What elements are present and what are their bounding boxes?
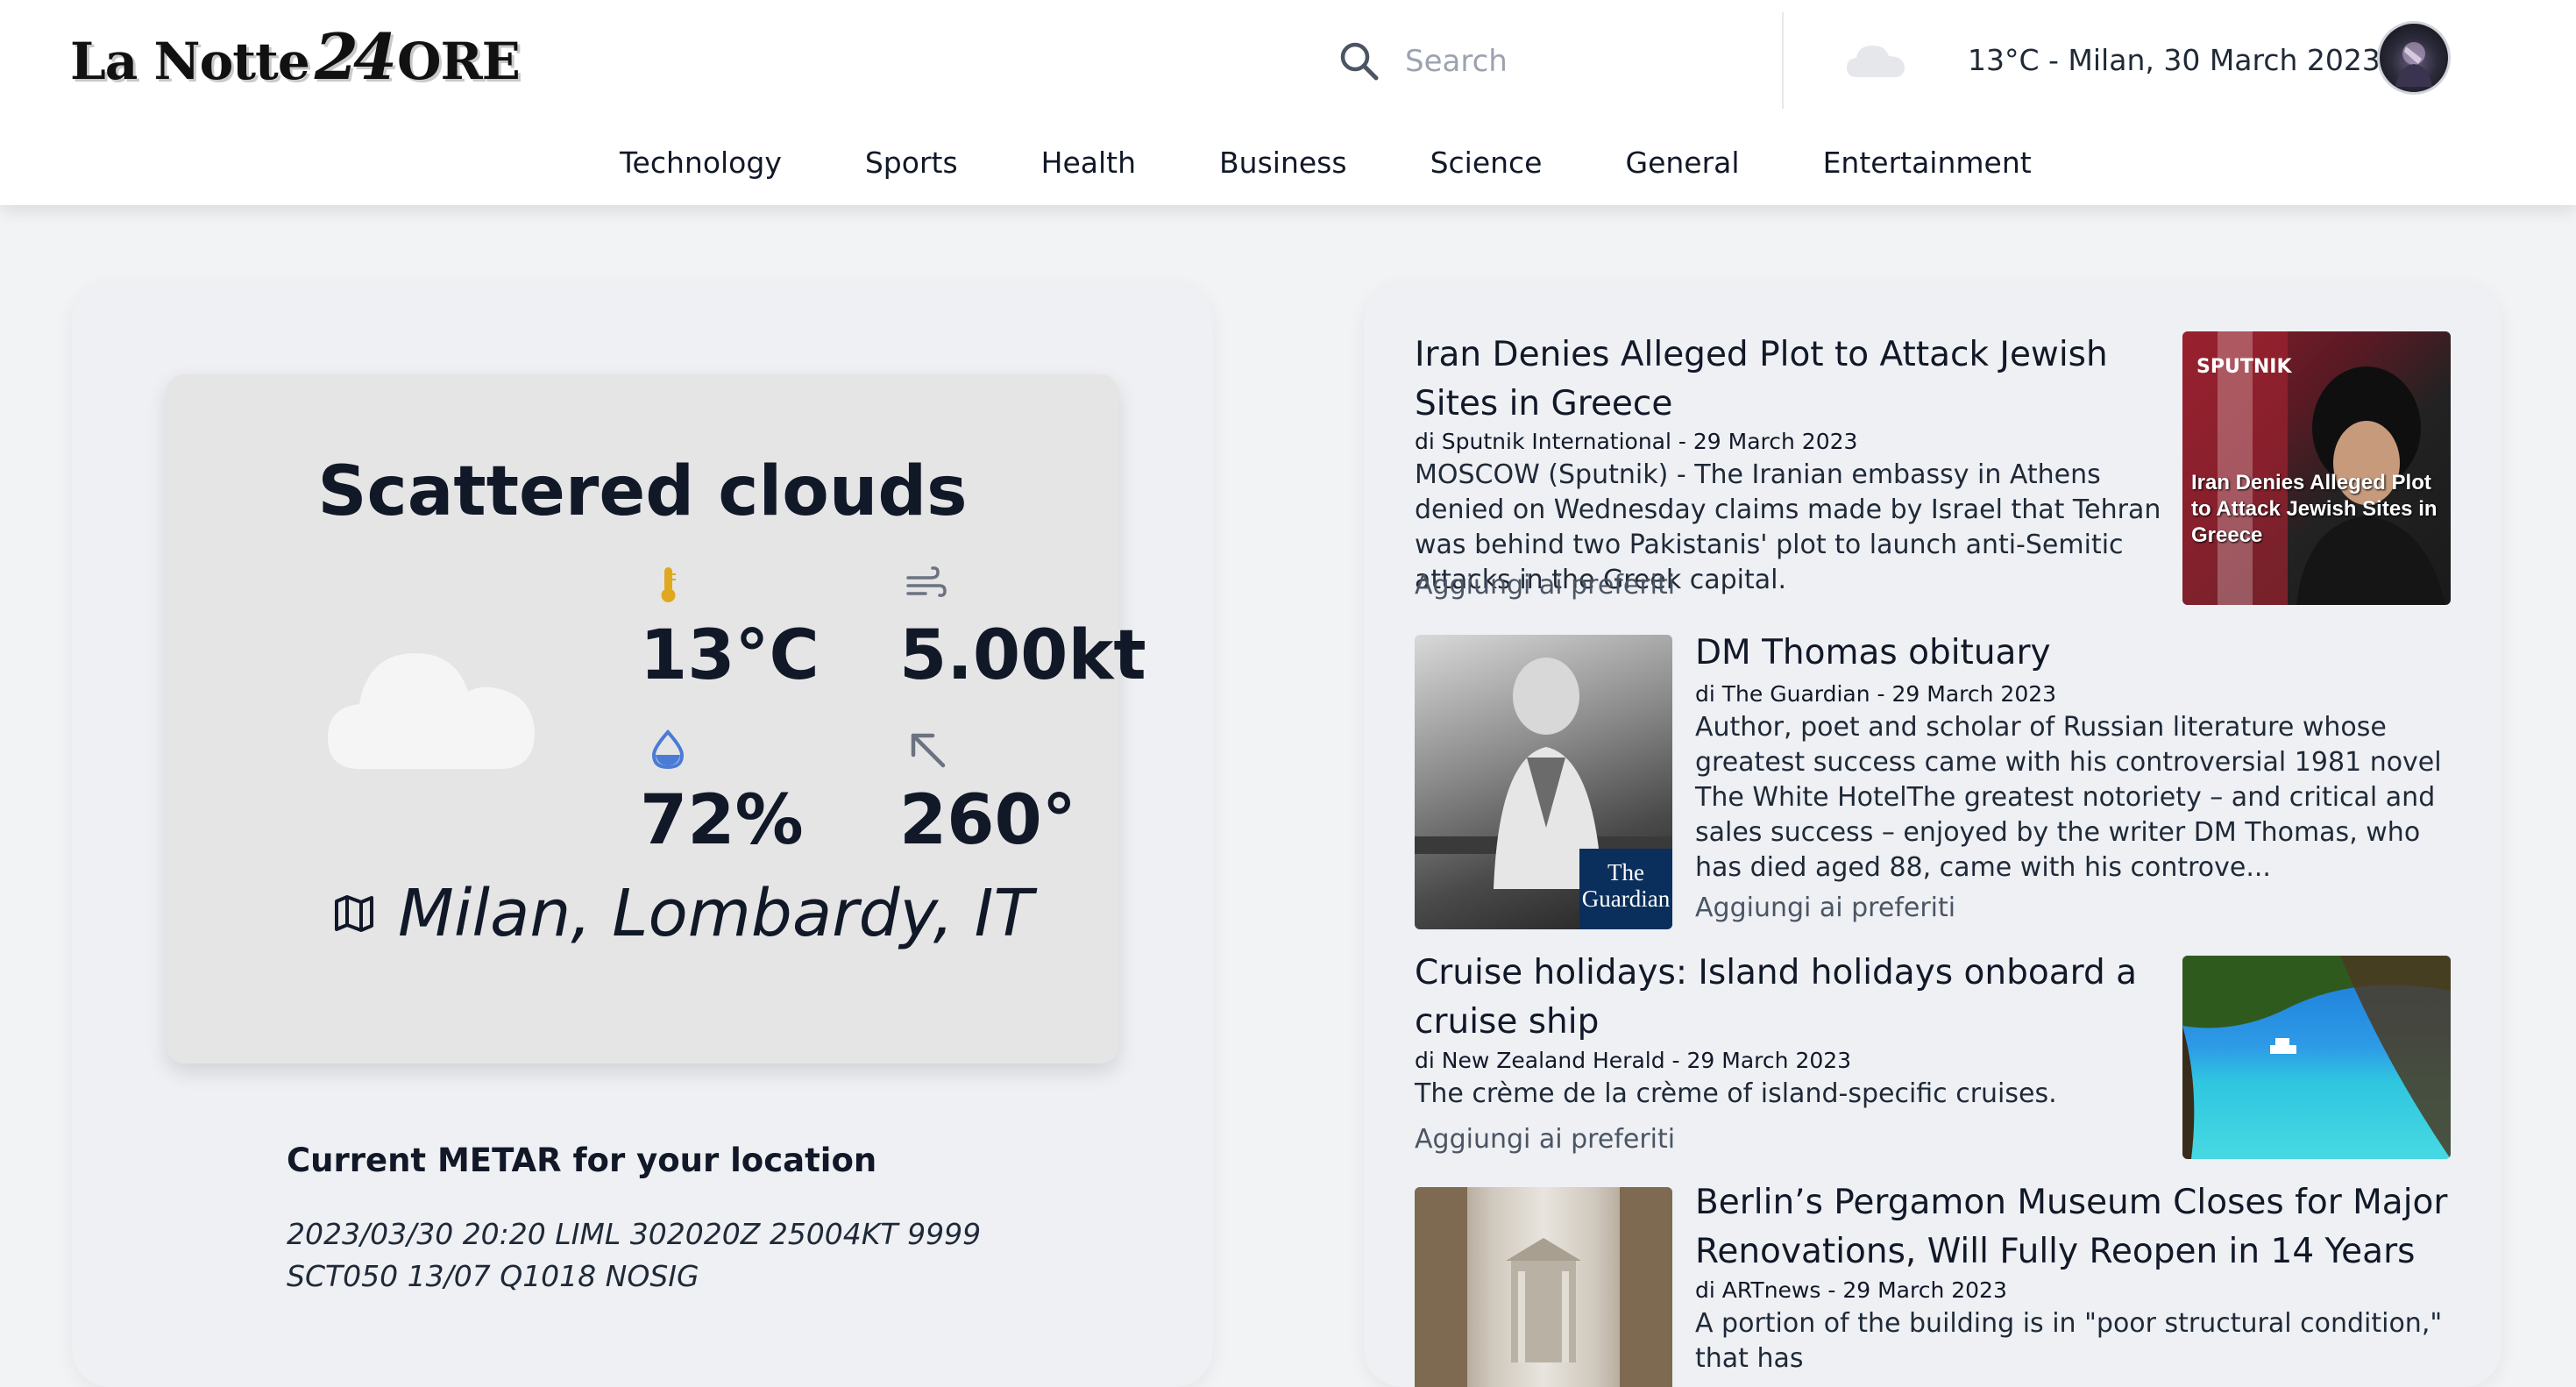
humidity-drop-icon xyxy=(651,729,685,770)
weather-panel: Scattered clouds 13°C 5.00kt 72% 260° Mi… xyxy=(72,282,1213,1387)
search-icon[interactable] xyxy=(1337,39,1382,84)
wind-direction-value: 260° xyxy=(899,781,1076,860)
temperature-value: 13°C xyxy=(640,616,820,695)
article-meta: di Sputnik International - 29 March 2023 xyxy=(1415,429,1858,454)
article-meta: di ARTnews - 29 March 2023 xyxy=(1695,1277,2007,1303)
nav-item-technology[interactable]: Technology xyxy=(620,139,782,188)
article-date: 29 March 2023 xyxy=(1891,681,2057,707)
location-text: Milan, Lombardy, IT xyxy=(398,876,1033,951)
nav-item-business[interactable]: Business xyxy=(1219,139,1347,188)
article-meta: di New Zealand Herald - 29 March 2023 xyxy=(1415,1048,1852,1073)
article-by: di xyxy=(1415,429,1435,454)
header-divider xyxy=(1782,12,1784,109)
weather-location: Milan, Lombardy, IT xyxy=(333,874,1033,953)
header-weather-summary: 13°C - Milan, 30 March 2023 xyxy=(1968,43,2381,77)
image-brand: SPUTNIK xyxy=(2196,356,2292,378)
humidity-value: 72% xyxy=(640,781,804,860)
article-title[interactable]: DM Thomas obituary xyxy=(1695,629,2466,678)
metar-text: 2023/03/30 20:20 LIML 302020Z 25004KT 99… xyxy=(287,1217,982,1293)
site-logo[interactable]: La Notte24 ORE xyxy=(70,18,521,96)
news-article: Berlin’s Pergamon Museum Closes for Majo… xyxy=(1364,1178,2501,1387)
news-article: Iran Denies Alleged Plot to Attack Jewis… xyxy=(1364,282,2501,615)
nav-item-sports[interactable]: Sports xyxy=(865,139,958,188)
nav-item-entertainment[interactable]: Entertainment xyxy=(1823,139,2032,188)
nav-item-science[interactable]: Science xyxy=(1430,139,1543,188)
wind-speed-value: 5.00kt xyxy=(899,616,1146,695)
article-source: New Zealand Herald xyxy=(1441,1048,1665,1073)
article-description: A portion of the building is in "poor st… xyxy=(1695,1308,2443,1374)
article-date: 29 March 2023 xyxy=(1842,1277,2007,1303)
user-avatar[interactable] xyxy=(2377,21,2451,95)
article-image[interactable] xyxy=(2182,956,2451,1159)
thermometer-icon xyxy=(661,567,676,602)
avatar-image xyxy=(2395,42,2432,87)
article-source: Sputnik International xyxy=(1441,429,1671,454)
add-to-favorites-link[interactable]: Aggiungi ai preferiti xyxy=(1415,568,1675,603)
logo-text-2: ORE xyxy=(396,32,521,91)
add-to-favorites-link[interactable]: Aggiungi ai preferiti xyxy=(1695,891,1955,926)
article-meta: di The Guardian - 29 March 2023 xyxy=(1695,681,2057,707)
logo-text-1: La Notte xyxy=(70,32,310,91)
nav-item-general[interactable]: General xyxy=(1626,139,1740,188)
article-title[interactable]: Iran Denies Alleged Plot to Attack Jewis… xyxy=(1415,331,2160,429)
image-caption: Iran Denies Alleged Plot to Attack Jewis… xyxy=(2191,471,2438,547)
article-date: 29 March 2023 xyxy=(1692,429,1858,454)
site-header: La Notte24ORE 13°C - Milan, 30 March 202… xyxy=(0,0,2576,205)
search-input[interactable] xyxy=(1403,43,1722,80)
map-icon xyxy=(335,895,373,932)
article-description: The crème de la crème of island-specific… xyxy=(1415,1078,2057,1109)
metar-title: Current METAR for your location xyxy=(287,1142,877,1179)
article-by: di xyxy=(1415,1048,1435,1073)
article-title[interactable]: Cruise holidays: Island holidays onboard… xyxy=(1415,949,2160,1047)
news-panel: Iran Denies Alleged Plot to Attack Jewis… xyxy=(1364,282,2501,1387)
news-article: Cruise holidays: Island holidays onboard… xyxy=(1364,949,2501,1185)
article-by: di xyxy=(1695,1277,1715,1303)
weather-cloud-icon xyxy=(328,653,535,769)
article-image[interactable] xyxy=(1415,1187,1672,1387)
add-to-favorites-link[interactable]: Aggiungi ai preferiti xyxy=(1415,1122,1675,1157)
article-source: The Guardian xyxy=(1721,681,1870,707)
guardian-badge: The Guardian xyxy=(1579,849,1672,929)
weather-condition: Scattered clouds xyxy=(317,452,968,531)
wind-direction-arrow-icon xyxy=(911,733,946,768)
wind-icon xyxy=(906,566,947,597)
cloud-icon xyxy=(1847,46,1905,77)
article-image[interactable]: SPUTNIK Iran Denies Alleged Plot to Atta… xyxy=(2182,331,2451,605)
article-image[interactable]: The Guardian xyxy=(1415,635,1672,929)
nav-item-health[interactable]: Health xyxy=(1041,139,1136,188)
article-image-art xyxy=(2182,956,2451,1159)
article-description: Author, poet and scholar of Russian lite… xyxy=(1695,712,2442,883)
article-title[interactable]: Berlin’s Pergamon Museum Closes for Majo… xyxy=(1695,1178,2449,1277)
logo-text-num: 24 xyxy=(314,19,397,94)
search-bar[interactable] xyxy=(1337,33,1731,89)
article-image-art xyxy=(1415,1187,1672,1387)
article-by: di xyxy=(1695,681,1715,707)
category-nav: Technology Sports Health Business Scienc… xyxy=(620,139,2032,188)
news-article: The Guardian DM Thomas obituary di The G… xyxy=(1364,615,2501,949)
article-date: 29 March 2023 xyxy=(1686,1048,1852,1073)
weather-card: Scattered clouds 13°C 5.00kt 72% 260° Mi… xyxy=(167,374,1146,1063)
article-source: ARTnews xyxy=(1721,1277,1821,1303)
